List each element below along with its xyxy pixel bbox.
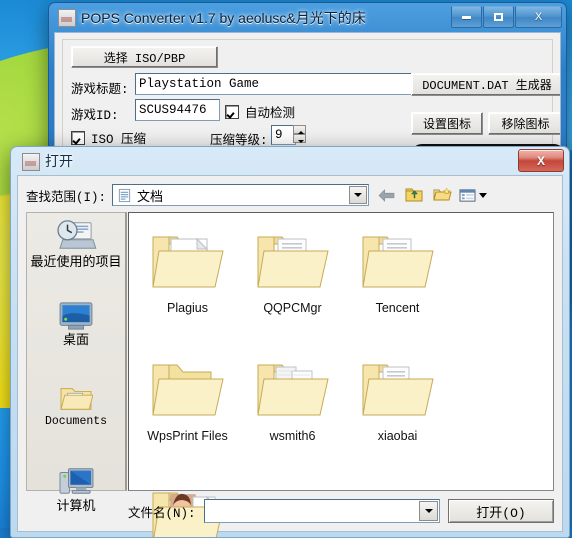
- dialog-title-bar[interactable]: 打开 X: [11, 147, 569, 175]
- file-name: WpsPrint Files: [147, 429, 228, 443]
- folder-with-ie-document-icon: [149, 225, 227, 297]
- sidebar-label-recent: 最近使用的项目: [30, 254, 122, 269]
- spinner-up-icon[interactable]: [293, 125, 306, 134]
- compress-level-spinner[interactable]: [293, 125, 306, 143]
- views-chevron-down-icon[interactable]: [479, 192, 488, 198]
- sidebar-label-computer: 计算机: [56, 498, 96, 513]
- maximize-icon: [494, 13, 503, 21]
- computer-icon: [57, 465, 95, 497]
- folder-with-documents-icon: [359, 225, 437, 297]
- file-name: wsmith6: [269, 429, 316, 443]
- document-dat-generator-button[interactable]: DOCUMENT.DAT 生成器: [411, 73, 560, 96]
- look-in-combo[interactable]: 文档: [112, 184, 370, 206]
- minimize-button[interactable]: [451, 6, 482, 28]
- main-title-bar[interactable]: POPS Converter v1.7 by aeolusc&月光下的床 X: [49, 3, 566, 32]
- spinner-down-icon[interactable]: [293, 134, 306, 143]
- iso-compress-label: ISO 压缩: [91, 133, 147, 147]
- file-name: QQPCMgr: [263, 301, 322, 315]
- sidebar-item-documents[interactable]: Documents: [27, 377, 125, 459]
- auto-detect-label: 自动检测: [245, 107, 296, 121]
- window-title: POPS Converter v1.7 by aeolusc&月光下的床: [81, 10, 366, 26]
- minimize-icon: [462, 15, 471, 19]
- list-item[interactable]: QQPCMgr: [240, 221, 345, 349]
- views-icon[interactable]: [459, 185, 488, 205]
- file-grid: Plagius QQPCMgr Tencent WpsPrint Files w…: [135, 221, 553, 537]
- file-name-input[interactable]: [203, 499, 440, 523]
- folder-empty-icon: [149, 353, 227, 425]
- list-item[interactable]: Tencent: [345, 221, 450, 349]
- file-name: Tencent: [375, 301, 420, 315]
- game-id-label: 游戏ID:: [71, 109, 119, 123]
- look-in-label: 查找范围(I):: [26, 190, 107, 205]
- dialog-icon: [22, 153, 40, 171]
- dialog-client-area: 查找范围(I): 文档 最近使用的项目 桌面 Documents 计算机 Pla…: [17, 175, 563, 537]
- list-item[interactable]: wsmith6: [240, 349, 345, 477]
- auto-detect-checkbox[interactable]: 自动检测: [225, 102, 295, 121]
- desktop-icon: [58, 301, 94, 331]
- list-item[interactable]: Plagius: [135, 221, 240, 349]
- game-id-input[interactable]: SCUS94476: [135, 99, 220, 121]
- set-icon-button[interactable]: 设置图标: [411, 112, 483, 135]
- iso-compress-checkbox[interactable]: ISO 压缩: [71, 128, 146, 147]
- window-controls: X: [451, 6, 562, 28]
- open-file-dialog: 打开 X 查找范围(I): 文档 最近使用的项目 桌面 Documents 计算…: [10, 146, 570, 538]
- file-name-row: 文件名(N): 打开(O): [128, 499, 554, 523]
- select-iso-pbp-button[interactable]: 选择 ISO/PBP: [71, 46, 218, 68]
- file-name: xiaobai: [377, 429, 418, 443]
- documents-folder-icon: [59, 383, 93, 413]
- chevron-down-icon: [354, 193, 363, 197]
- close-icon: X: [534, 10, 543, 23]
- chevron-down-icon: [424, 509, 433, 513]
- look-in-dropdown-arrow[interactable]: [349, 186, 368, 204]
- sidebar-label-desktop: 桌面: [62, 332, 89, 347]
- dialog-close-button[interactable]: X: [518, 149, 564, 172]
- up-folder-icon[interactable]: [403, 185, 425, 205]
- look-in-row: 查找范围(I): 文档: [26, 184, 554, 206]
- documents-folder-icon: [117, 188, 132, 203]
- game-title-input[interactable]: Playstation Game: [135, 73, 412, 95]
- remove-icon-button[interactable]: 移除图标: [488, 112, 560, 135]
- sidebar-item-recent[interactable]: 最近使用的项目: [27, 213, 125, 295]
- dialog-close-icon: X: [536, 153, 545, 168]
- sidebar-item-desktop[interactable]: 桌面: [27, 295, 125, 377]
- auto-detect-check-icon: [225, 104, 239, 119]
- look-in-value: 文档: [137, 188, 164, 204]
- new-folder-icon[interactable]: [431, 185, 453, 205]
- list-item[interactable]: xiaobai: [345, 349, 450, 477]
- open-button[interactable]: 打开(O): [448, 499, 554, 523]
- folder-with-documents-icon: [359, 353, 437, 425]
- sidebar-label-documents: Documents: [44, 415, 108, 428]
- file-list-panel[interactable]: Plagius QQPCMgr Tencent WpsPrint Files w…: [128, 212, 554, 537]
- game-title-label: 游戏标题:: [71, 83, 129, 97]
- back-icon[interactable]: [375, 185, 397, 205]
- close-button[interactable]: X: [515, 6, 562, 28]
- file-name: Plagius: [167, 301, 208, 315]
- file-name-dropdown-arrow[interactable]: [419, 501, 438, 521]
- places-bar: 最近使用的项目 桌面 Documents 计算机: [26, 212, 127, 512]
- iso-compress-check-icon: [71, 130, 85, 145]
- maximize-button[interactable]: [483, 6, 514, 28]
- list-item[interactable]: WpsPrint Files: [135, 349, 240, 477]
- sidebar-item-computer[interactable]: 计算机: [27, 459, 125, 537]
- folder-with-documents-icon: [254, 225, 332, 297]
- dialog-title: 打开: [45, 153, 73, 169]
- file-name-label: 文件名(N):: [128, 506, 196, 521]
- folder-with-papers-icon: [254, 353, 332, 425]
- recent-items-icon: [55, 219, 97, 253]
- app-icon: [58, 9, 76, 27]
